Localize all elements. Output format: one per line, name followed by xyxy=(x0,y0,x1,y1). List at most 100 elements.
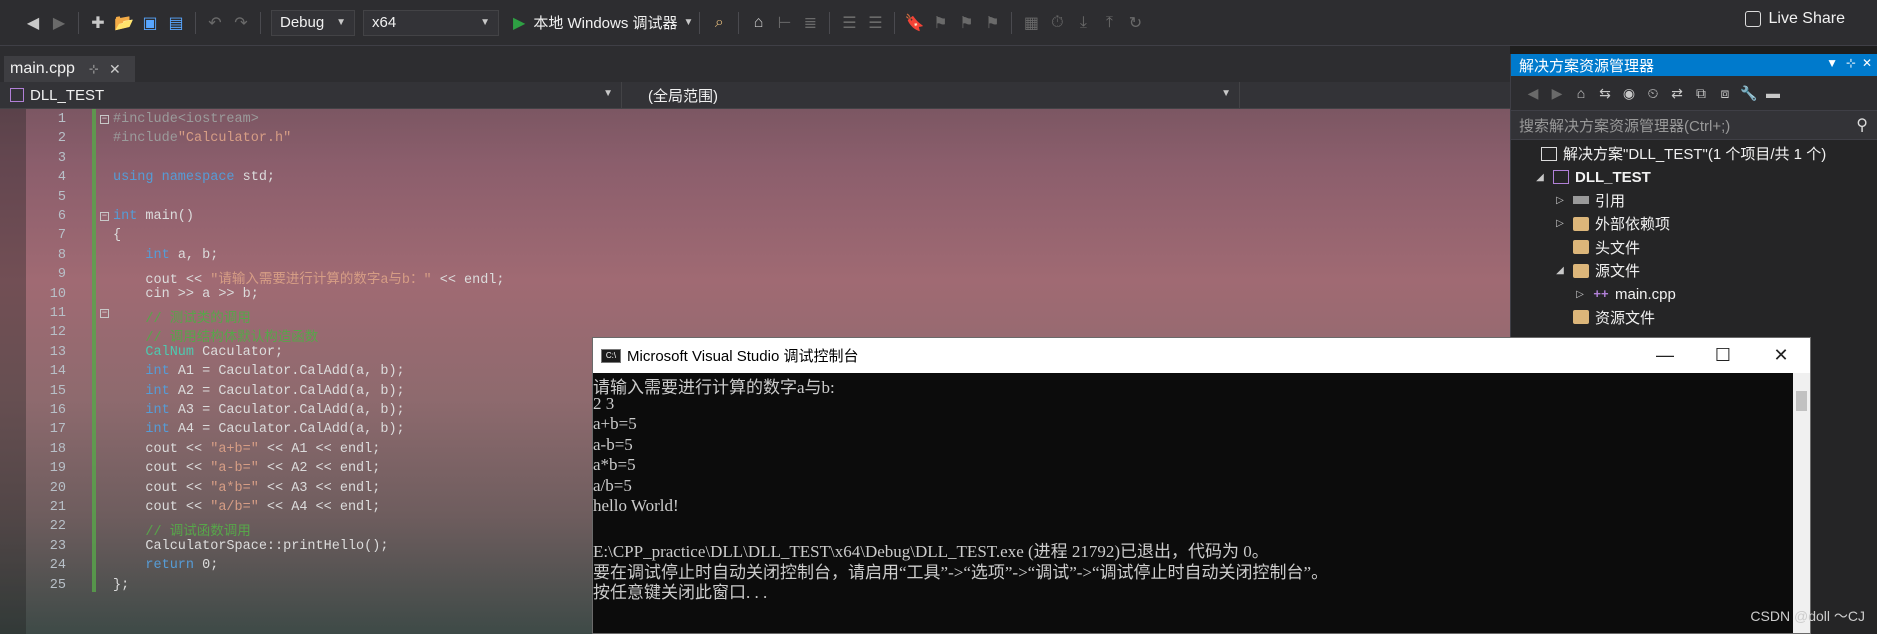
console-title-bar[interactable]: C:\ Microsoft Visual Studio 调试控制台 — ☐ ✕ xyxy=(593,338,1810,373)
chevron-down-icon: ▼ xyxy=(336,17,346,28)
restart-icon[interactable]: ↻ xyxy=(1124,11,1146,35)
tree-item-label: 资源文件 xyxy=(1595,309,1656,327)
sync-icon[interactable]: ⇄ xyxy=(1667,81,1687,105)
collapse-all-icon[interactable]: ⧉ xyxy=(1691,81,1711,105)
code-line[interactable]: 1 − #include<iostream> xyxy=(0,112,1480,131)
diagnostics-icon[interactable]: ⏱ xyxy=(1046,11,1068,35)
line-number: 22 xyxy=(49,519,66,535)
collapse-icon[interactable]: − xyxy=(100,309,109,318)
switch-views-icon[interactable]: ⇆ xyxy=(1595,81,1615,105)
open-folder-icon[interactable]: 📂 xyxy=(113,11,135,35)
tree-item[interactable]: 资源文件 xyxy=(1511,306,1877,329)
tree-item[interactable]: ▷ ++ main.cpp xyxy=(1511,282,1877,305)
code-line[interactable]: 11 − // 测试类的调用 xyxy=(0,306,1480,327)
next-bookmark-icon[interactable]: ⚑ xyxy=(955,11,977,35)
code-line[interactable]: 6 − int main() xyxy=(0,209,1480,228)
console-line: a*b=5 xyxy=(593,455,636,474)
code-line[interactable]: 4 using namespace std; xyxy=(0,170,1480,189)
step-out-icon[interactable]: ⤒ xyxy=(1098,11,1120,35)
tree-item[interactable]: ▷ 引用 xyxy=(1511,189,1877,212)
search-icon[interactable]: ⚲ xyxy=(1856,115,1868,135)
home-icon[interactable]: ⌂ xyxy=(1571,81,1591,105)
live-share-button[interactable]: Live Share xyxy=(1744,10,1846,28)
forward-icon[interactable]: ▶ xyxy=(48,11,70,35)
prev-bookmark-icon[interactable]: ⚑ xyxy=(929,11,951,35)
minimize-icon[interactable]: ▬ xyxy=(1763,81,1783,105)
code-text: #include"Calculator.h" xyxy=(113,131,291,146)
undo-icon[interactable]: ↶ xyxy=(204,11,226,35)
pin-icon[interactable]: ⊹ xyxy=(89,62,99,76)
forward-icon[interactable]: ▶ xyxy=(1547,81,1567,105)
close-icon[interactable]: ✕ xyxy=(1862,56,1872,70)
code-token: #include xyxy=(113,131,178,147)
tree-item[interactable]: ◢ 源文件 xyxy=(1511,259,1877,282)
platform-dropdown[interactable]: x64 ▼ xyxy=(363,9,499,36)
tree-item[interactable]: 解决方案"DLL_TEST"(1 个项目/共 1 个) xyxy=(1511,142,1877,165)
expander-icon[interactable]: ▷ xyxy=(1573,289,1587,300)
expander-icon[interactable]: ◢ xyxy=(1533,172,1547,183)
code-token: #include xyxy=(113,112,178,127)
code-line[interactable]: 10 cin >> a >> b; xyxy=(0,287,1480,306)
pending-changes-icon[interactable]: ⏲ xyxy=(1643,81,1663,105)
show-all-files-icon[interactable]: ◉ xyxy=(1619,81,1639,105)
back-icon[interactable]: ◀ xyxy=(22,11,44,35)
new-item-icon[interactable]: ✚ xyxy=(87,11,109,35)
expander-icon[interactable]: ◢ xyxy=(1553,265,1567,276)
redo-icon[interactable]: ↷ xyxy=(230,11,252,35)
code-token: cout << xyxy=(113,441,211,457)
toolbar-separator xyxy=(1011,11,1013,34)
code-line[interactable]: 3 xyxy=(0,151,1480,170)
code-line[interactable]: 2 #include"Calculator.h" xyxy=(0,131,1480,150)
outdent-icon[interactable]: ☰ xyxy=(864,11,886,35)
find-icon[interactable]: ⌕ xyxy=(708,11,730,35)
main-toolbar: ◀ ▶ ✚ 📂 ▣ ▤ ↶ ↷ Debug ▼ x64 ▼ ▶ 本地 Windo… xyxy=(0,0,1877,46)
tree-item[interactable]: 头文件 xyxy=(1511,236,1877,259)
run-debugger-button[interactable]: ▶ 本地 Windows 调试器 ▼ xyxy=(513,12,693,33)
folder-icon xyxy=(1573,240,1589,255)
console-scrollbar[interactable] xyxy=(1793,373,1810,633)
close-icon[interactable]: ✕ xyxy=(109,61,121,78)
save-all-icon[interactable]: ▤ xyxy=(165,11,187,35)
expander-icon[interactable]: ▷ xyxy=(1553,195,1567,206)
bookmark-icon[interactable]: 🔖 xyxy=(903,11,925,35)
clear-bookmarks-icon[interactable]: ⚑ xyxy=(981,11,1003,35)
console-output[interactable]: 请输入需要进行计算的数字a与b: 2 3 a+b=5 a-b=5 a*b=5 a/b=5 h… xyxy=(593,373,1793,633)
project-dropdown[interactable]: DLL_TEST ▼ xyxy=(0,82,622,108)
save-icon[interactable]: ▣ xyxy=(139,11,161,35)
minimize-button[interactable]: — xyxy=(1636,338,1694,373)
indent-icon[interactable]: ☰ xyxy=(838,11,860,35)
collapse-icon[interactable]: − xyxy=(100,115,109,124)
step-into-icon[interactable]: ⤓ xyxy=(1072,11,1094,35)
code-line[interactable]: 9 cout << "请输入需要进行计算的数字a与b：" << endl; xyxy=(0,267,1480,288)
scrollbar-thumb[interactable] xyxy=(1796,391,1807,411)
tab-main-cpp[interactable]: main.cpp ⊹ ✕ xyxy=(4,56,135,82)
expander-icon[interactable]: ▷ xyxy=(1553,218,1567,229)
toolbar-separator xyxy=(195,11,196,34)
maximize-button[interactable]: ☐ xyxy=(1694,338,1752,373)
home-icon[interactable]: ⌂ xyxy=(747,11,769,35)
code-token: int xyxy=(113,403,178,418)
breakpoint-step-icon[interactable]: ⊢ xyxy=(773,11,795,35)
code-line[interactable]: 7{ xyxy=(0,228,1480,247)
code-line[interactable]: 5 xyxy=(0,190,1480,209)
config-dropdown[interactable]: Debug ▼ xyxy=(271,9,355,36)
tree-item-label: 源文件 xyxy=(1595,263,1641,281)
code-line[interactable]: 8 int a, b; xyxy=(0,248,1480,267)
back-icon[interactable]: ◀ xyxy=(1523,81,1543,105)
collapse-icon[interactable]: − xyxy=(100,212,109,221)
close-button[interactable]: ✕ xyxy=(1752,338,1810,373)
tree-item[interactable]: ◢ DLL_TEST xyxy=(1511,165,1877,188)
solution-search-input[interactable]: 搜索解决方案资源管理器(Ctrl+;) ⚲ xyxy=(1511,110,1877,140)
code-token: << A3 << endl; xyxy=(258,480,381,496)
pin-icon[interactable]: ⊹ xyxy=(1846,56,1856,70)
preview-icon[interactable]: ⧈ xyxy=(1715,81,1735,105)
dropdown-icon[interactable]: ▼ xyxy=(1826,56,1838,70)
tree-item[interactable]: ▷ 外部依赖项 xyxy=(1511,212,1877,235)
console-line: E:\CPP_practice\DLL\DLL_TEST\x64\Debug\D… xyxy=(593,542,1269,561)
scope-dropdown[interactable]: (全局范围) ▼ xyxy=(622,82,1240,108)
live-share-label: Live Share xyxy=(1768,10,1846,27)
properties-icon[interactable]: 🔧 xyxy=(1739,81,1759,105)
code-text: cout << "请输入需要进行计算的数字a与b：" << endl; xyxy=(113,267,504,288)
format-icon[interactable]: ≣ xyxy=(799,11,821,35)
debug-window-icon[interactable]: ▦ xyxy=(1020,11,1042,35)
